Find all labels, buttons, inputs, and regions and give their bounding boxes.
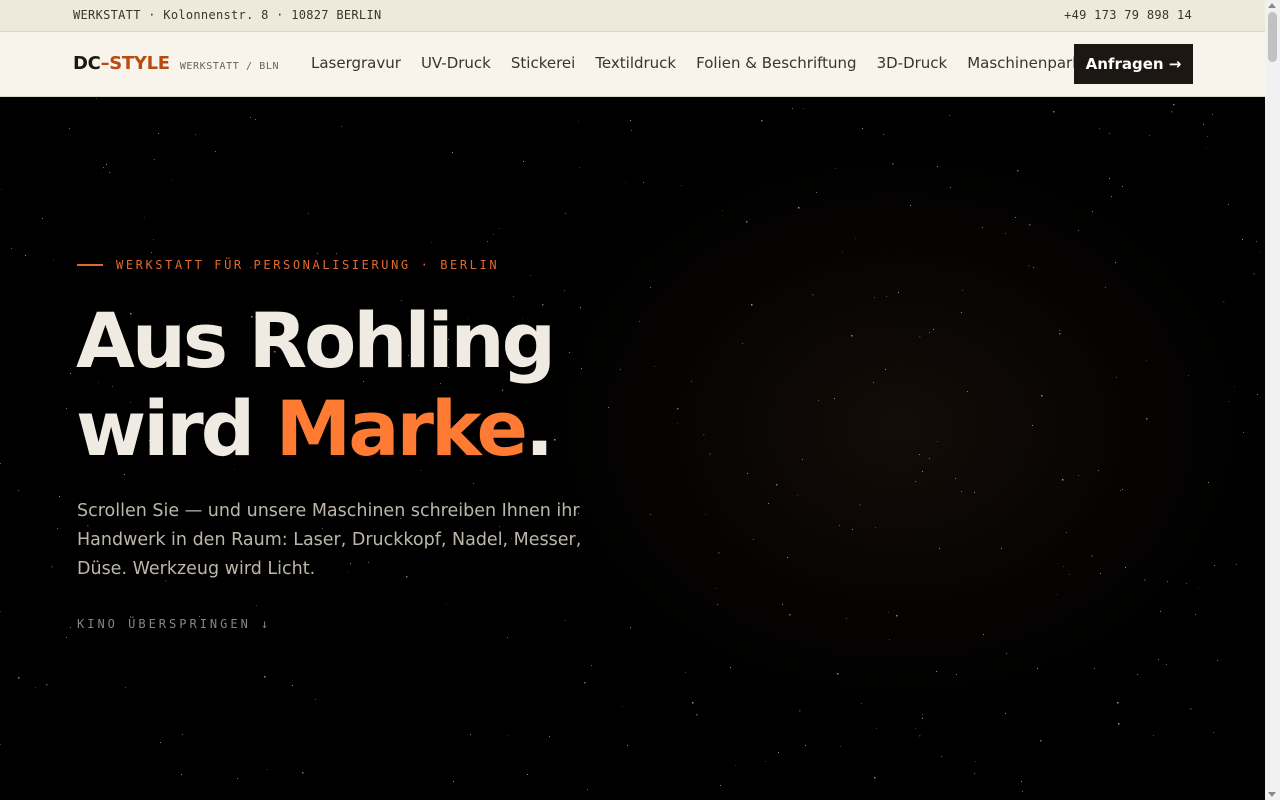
hero-eyebrow: WERKSTATT FÜR PERSONALISIERUNG · BERLIN [77, 258, 499, 272]
headline-line-1: Aus Rohling [76, 296, 556, 385]
logo-dc: DC [73, 53, 101, 74]
phone-number[interactable]: +49 173 79 898 14 [1064, 8, 1192, 22]
main-navigation: DC–STYLE WERKSTATT / BLN Lasergravur UV-… [0, 32, 1265, 97]
eyebrow-dash-icon [77, 264, 103, 266]
nav-link-uv-druck[interactable]: UV-Druck [421, 54, 491, 72]
hero-section: WERKSTATT FÜR PERSONALISIERUNG · BERLIN … [0, 97, 1265, 800]
hero-headline: Aus Rohling wird Marke. [76, 296, 556, 473]
logo-style: –STYLE [100, 53, 171, 74]
scroll-down-icon[interactable] [1268, 792, 1276, 797]
logo-wordmark: DC–STYLE [73, 53, 170, 74]
logo[interactable]: DC–STYLE WERKSTATT / BLN [73, 53, 279, 74]
headline-accent-word: Marke [275, 384, 528, 473]
scroll-up-icon[interactable] [1268, 3, 1276, 8]
nav-link-textildruck[interactable]: Textildruck [595, 54, 676, 72]
nav-link-lasergravur[interactable]: Lasergravur [311, 54, 401, 72]
nav-link-3d-druck[interactable]: 3D-Druck [877, 54, 948, 72]
scrollbar[interactable] [1265, 0, 1280, 800]
hero-lead-text: Scrollen Sie — und unsere Maschinen schr… [77, 501, 582, 579]
nav-links: Lasergravur UV-Druck Stickerei Textildru… [311, 54, 1081, 72]
eyebrow-text: WERKSTATT FÜR PERSONALISIERUNG · BERLIN [116, 258, 500, 272]
skip-intro-link[interactable]: KINO ÜBERSPRINGEN ↓ [77, 617, 271, 631]
nav-link-folien-beschriftung[interactable]: Folien & Beschriftung [696, 54, 856, 72]
nav-link-stickerei[interactable]: Stickerei [511, 54, 575, 72]
headline-period: . [525, 384, 554, 473]
nav-link-maschinenpark[interactable]: Maschinenpark [967, 54, 1081, 72]
headline-line-2-prefix: wird [76, 384, 276, 473]
scrollbar-thumb[interactable] [1268, 12, 1277, 62]
top-info-bar: WERKSTATT · Kolonnenstr. 8 · 10827 BERLI… [0, 0, 1265, 32]
anfragen-button[interactable]: Anfragen → [1074, 44, 1193, 84]
logo-subtitle: WERKSTATT / BLN [179, 61, 280, 72]
workshop-address: WERKSTATT · Kolonnenstr. 8 · 10827 BERLI… [73, 8, 382, 22]
